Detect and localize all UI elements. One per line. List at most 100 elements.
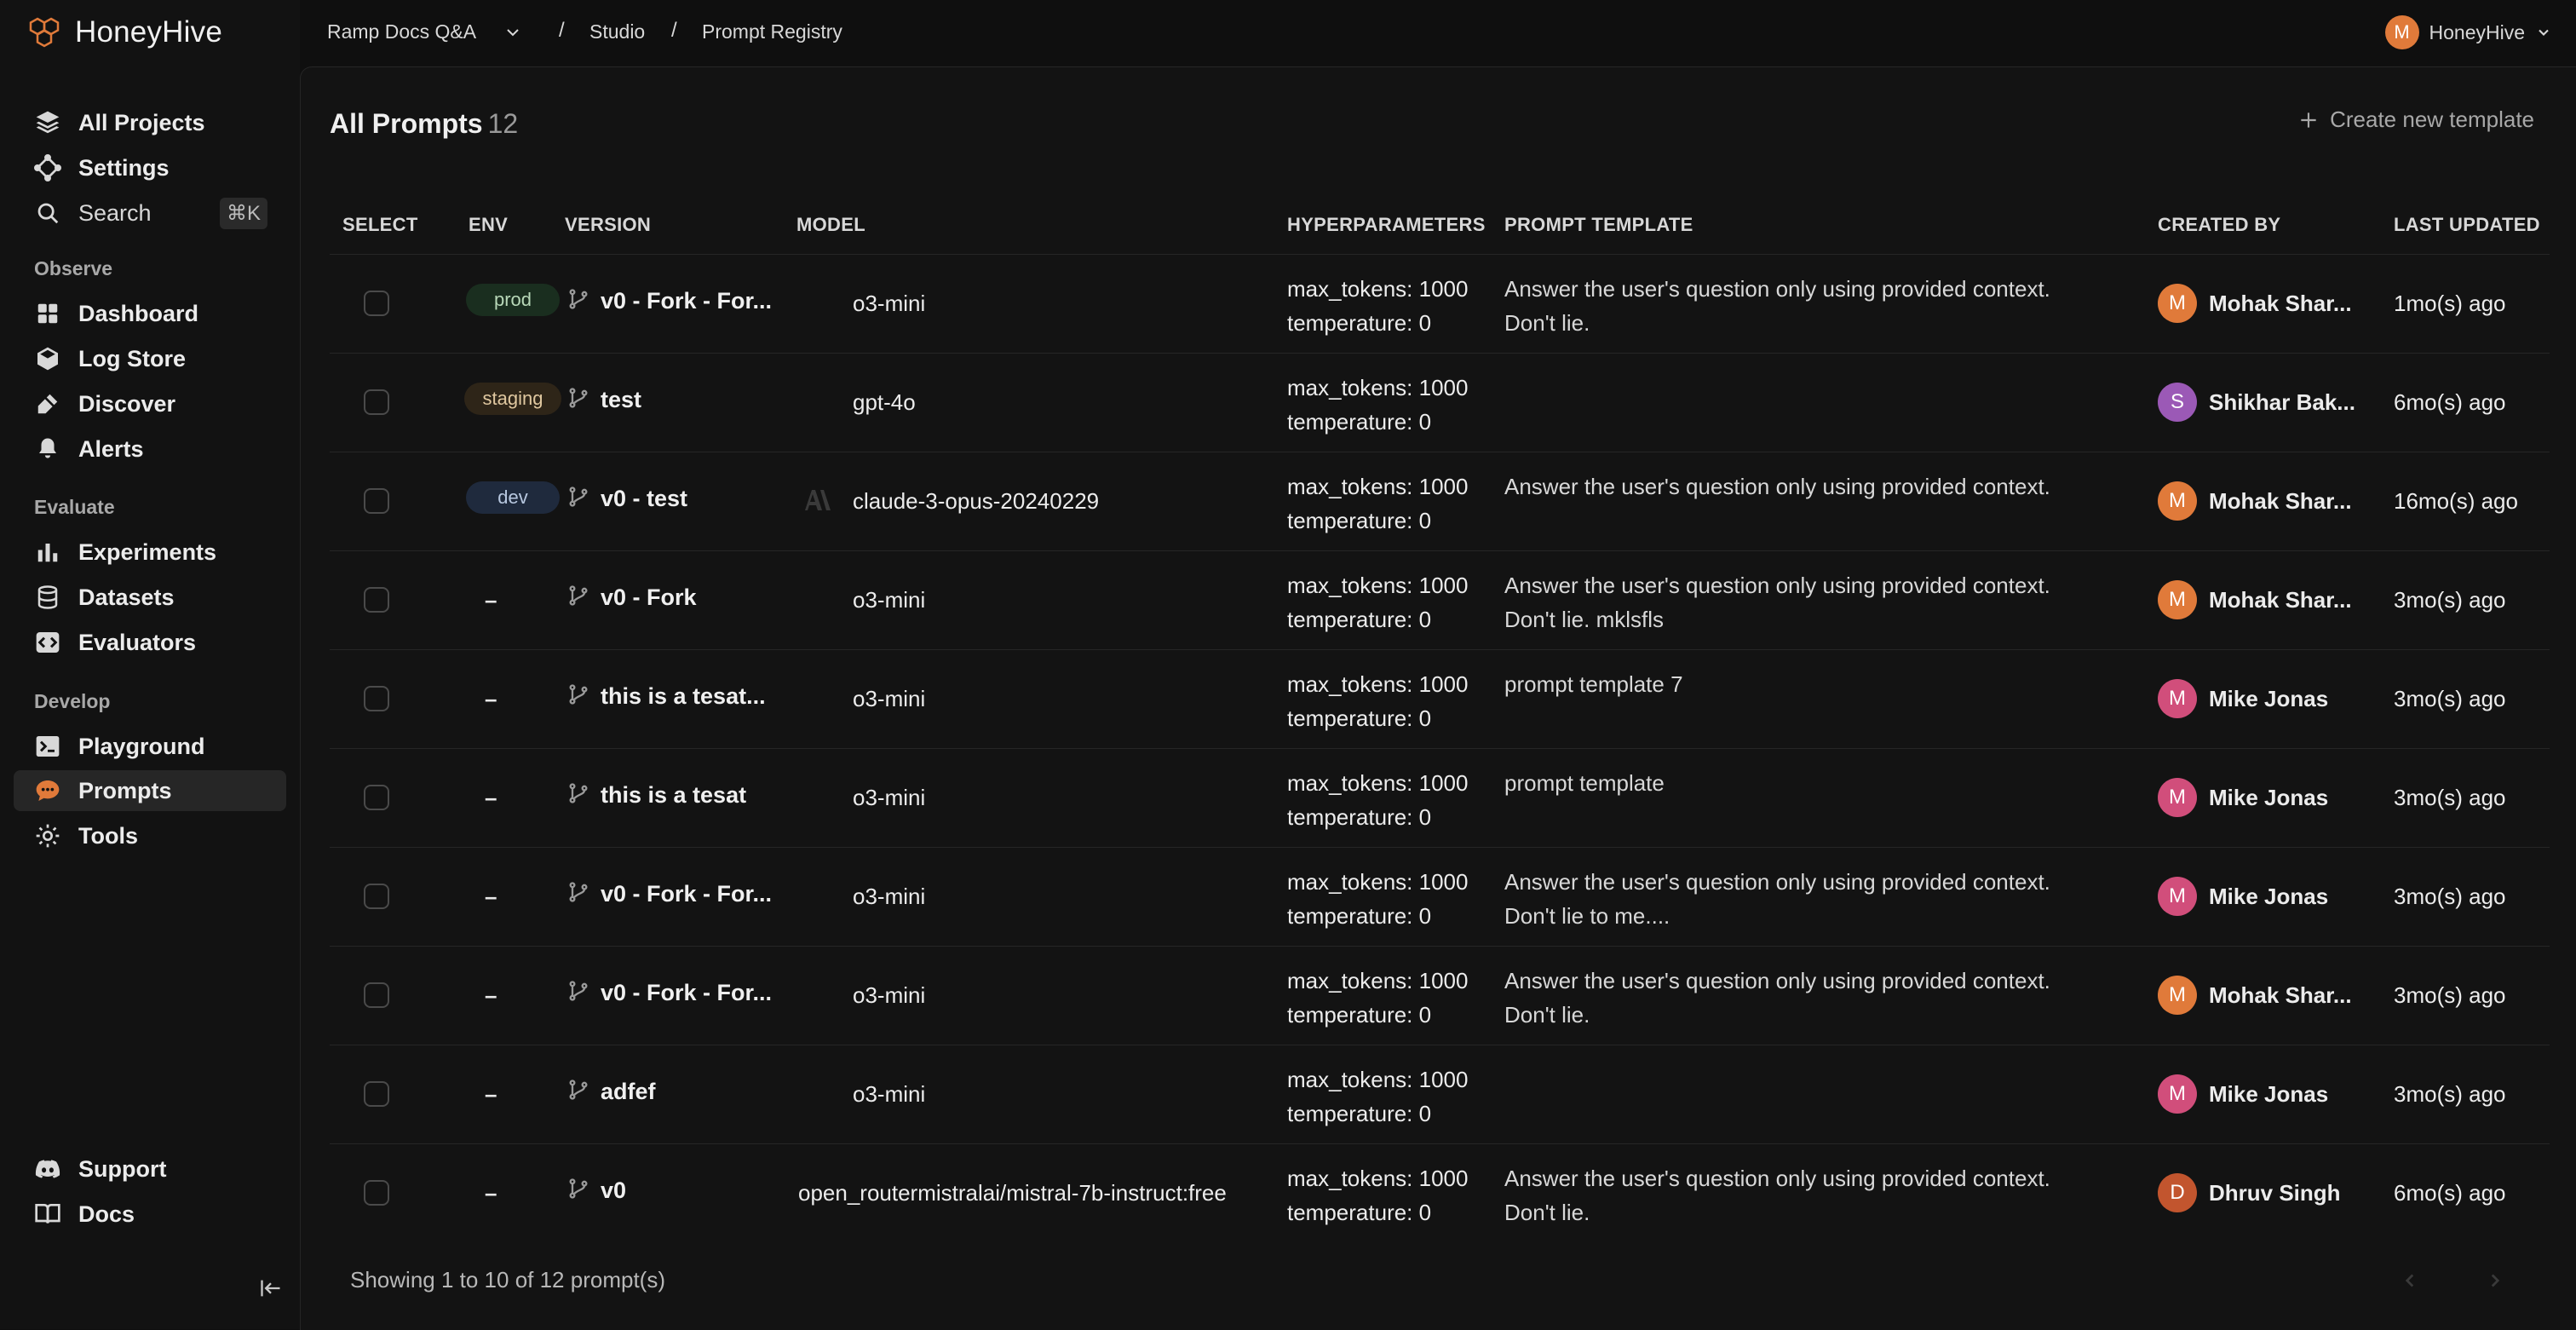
version-cell[interactable]: adfef [566, 1078, 656, 1106]
breadcrumb-separator: / [559, 19, 565, 42]
avatar: M [2158, 976, 2197, 1015]
column-header-hyperparameters: HYPERPARAMETERS [1287, 214, 1486, 235]
table-row[interactable]: staging test gpt-4o max_tokens: 1000 tem… [330, 353, 2550, 452]
version-cell[interactable]: v0 - Fork - For... [566, 979, 772, 1007]
table-row[interactable]: – v0 - Fork o3-mini max_tokens: 1000 tem… [330, 550, 2550, 650]
table-row[interactable]: – this is a tesat o3-mini max_tokens: 10… [330, 748, 2550, 848]
sidebar-item-tools[interactable]: Tools [14, 815, 286, 856]
column-header-model: MODEL [796, 214, 865, 235]
hyperparameters-cell: max_tokens: 1000 temperature: 0 [1287, 671, 1469, 731]
table-row[interactable]: prod v0 - Fork - For... o3-mini max_toke… [330, 254, 2550, 354]
prompt-template-cell: Answer the user's question only using pr… [1504, 573, 2050, 632]
next-page-button[interactable] [2480, 1265, 2510, 1296]
row-select-checkbox[interactable] [364, 785, 389, 810]
sidebar-item-support[interactable]: Support [14, 1149, 286, 1189]
plus-icon [2301, 112, 2316, 128]
column-header-prompt-template: PROMPT TEMPLATE [1504, 214, 1693, 235]
sidebar-item-docs[interactable]: Docs [14, 1194, 286, 1235]
env-empty: – [485, 785, 497, 810]
sidebar-item-playground[interactable]: Playground [14, 726, 286, 767]
previous-page-button[interactable] [2395, 1265, 2425, 1296]
row-select-checkbox[interactable] [364, 686, 389, 711]
version-cell[interactable]: v0 [566, 1177, 626, 1205]
version-cell[interactable]: this is a tesat... [566, 682, 766, 711]
version-cell[interactable]: v0 - test [566, 485, 687, 513]
row-select-checkbox[interactable] [364, 982, 389, 1008]
sidebar-item-search[interactable]: Search ⌘K [14, 193, 286, 233]
table-row[interactable]: – this is a tesat... o3-mini max_tokens:… [330, 649, 2550, 749]
app-logo[interactable]: HoneyHive [26, 12, 222, 53]
section-evaluate: Evaluate [34, 496, 115, 518]
sidebar-item-discover[interactable]: Discover [14, 383, 286, 424]
env-badge: staging [464, 383, 561, 415]
breadcrumb-project[interactable]: Ramp Docs Q&A [327, 20, 476, 43]
table-row[interactable]: – v0 - Fork - For... o3-mini max_tokens:… [330, 946, 2550, 1045]
hyperparameters-cell: max_tokens: 1000 temperature: 0 [1287, 968, 1469, 1028]
chevron-down-icon[interactable] [503, 22, 523, 47]
sidebar-item-settings[interactable]: Settings [14, 147, 286, 188]
table-row[interactable]: – v0 open_routermistralai/mistral-7b-ins… [330, 1143, 2550, 1243]
version-name: this is a tesat [601, 782, 747, 808]
anthropic-icon [798, 488, 832, 516]
row-select-checkbox[interactable] [364, 389, 389, 415]
creator-name: Mike Jonas [2209, 784, 2329, 810]
version-cell[interactable]: v0 - Fork - For... [566, 287, 772, 315]
row-select-checkbox[interactable] [364, 1180, 389, 1206]
model-cell: o3-mini [798, 848, 1309, 947]
created-by-cell: M Mohak Shar... [2158, 976, 2352, 1015]
sidebar-item-log-store[interactable]: Log Store [14, 338, 286, 379]
avatar: M [2158, 778, 2197, 817]
column-header-created-by: CREATED BY [2158, 214, 2281, 235]
version-name: v0 [601, 1177, 627, 1203]
version-cell[interactable]: v0 - Fork [566, 584, 697, 612]
creator-name: Mike Jonas [2209, 1080, 2329, 1107]
terminal-icon [32, 731, 63, 762]
avatar: S [2158, 383, 2197, 422]
bar-chart-icon [32, 537, 63, 567]
sidebar-item-evaluators[interactable]: Evaluators [14, 622, 286, 663]
sidebar-item-all-projects[interactable]: All Projects [14, 102, 286, 143]
creator-name: Mohak Shar... [2209, 290, 2352, 316]
sidebar-item-prompts[interactable]: Prompts [14, 770, 286, 811]
create-template-button[interactable]: Create new template [2297, 107, 2534, 133]
row-select-checkbox[interactable] [364, 884, 389, 909]
model-cell: o3-mini [798, 255, 1309, 354]
breadcrumb-studio[interactable]: Studio [589, 20, 645, 43]
avatar: M [2158, 481, 2197, 521]
sidebar-item-alerts[interactable]: Alerts [14, 429, 286, 469]
user-menu[interactable]: M HoneyHive [2384, 15, 2553, 49]
sidebar-item-experiments[interactable]: Experiments [14, 532, 286, 573]
collapse-sidebar-button[interactable] [256, 1273, 286, 1304]
chevron-down-icon [2539, 29, 2549, 36]
avatar: D [2158, 1173, 2197, 1212]
sidebar: HoneyHive All Projects Settings Search ⌘… [0, 0, 300, 1329]
sidebar-item-datasets[interactable]: Datasets [14, 577, 286, 618]
model-cell: o3-mini [798, 947, 1309, 1045]
model-name: o3-mini [853, 1081, 926, 1107]
version-cell[interactable]: v0 - Fork - For... [566, 880, 772, 908]
created-by-cell: S Shikhar Bak... [2158, 383, 2355, 422]
last-updated: 6mo(s) ago [2394, 389, 2506, 415]
creator-name: Dhruv Singh [2209, 1179, 2341, 1206]
git-branch-icon [566, 1177, 590, 1205]
last-updated: 1mo(s) ago [2394, 291, 2506, 316]
row-select-checkbox[interactable] [364, 1081, 389, 1107]
breadcrumb-page[interactable]: Prompt Registry [702, 20, 842, 43]
row-select-checkbox[interactable] [364, 587, 389, 613]
discord-icon [32, 1154, 63, 1184]
prompt-template-cell: Answer the user's question only using pr… [1504, 968, 2050, 1028]
row-select-checkbox[interactable] [364, 488, 389, 514]
table-row[interactable]: – v0 - Fork - For... o3-mini max_tokens:… [330, 847, 2550, 947]
last-updated: 3mo(s) ago [2394, 1081, 2506, 1107]
sidebar-item-dashboard[interactable]: Dashboard [14, 293, 286, 334]
page-title: All Prompts 12 [330, 108, 519, 139]
row-select-checkbox[interactable] [364, 291, 389, 316]
version-cell[interactable]: test [566, 386, 641, 414]
table-row[interactable]: – adfef o3-mini max_tokens: 1000 tempera… [330, 1045, 2550, 1144]
created-by-cell: D Dhruv Singh [2158, 1173, 2341, 1212]
prompt-template-cell: Answer the user's question only using pr… [1504, 474, 2050, 499]
git-branch-icon [566, 781, 590, 809]
table-row[interactable]: dev v0 - test claude-3-opus-20240229 max… [330, 452, 2550, 551]
git-branch-icon [566, 880, 590, 908]
version-cell[interactable]: this is a tesat [566, 781, 746, 809]
